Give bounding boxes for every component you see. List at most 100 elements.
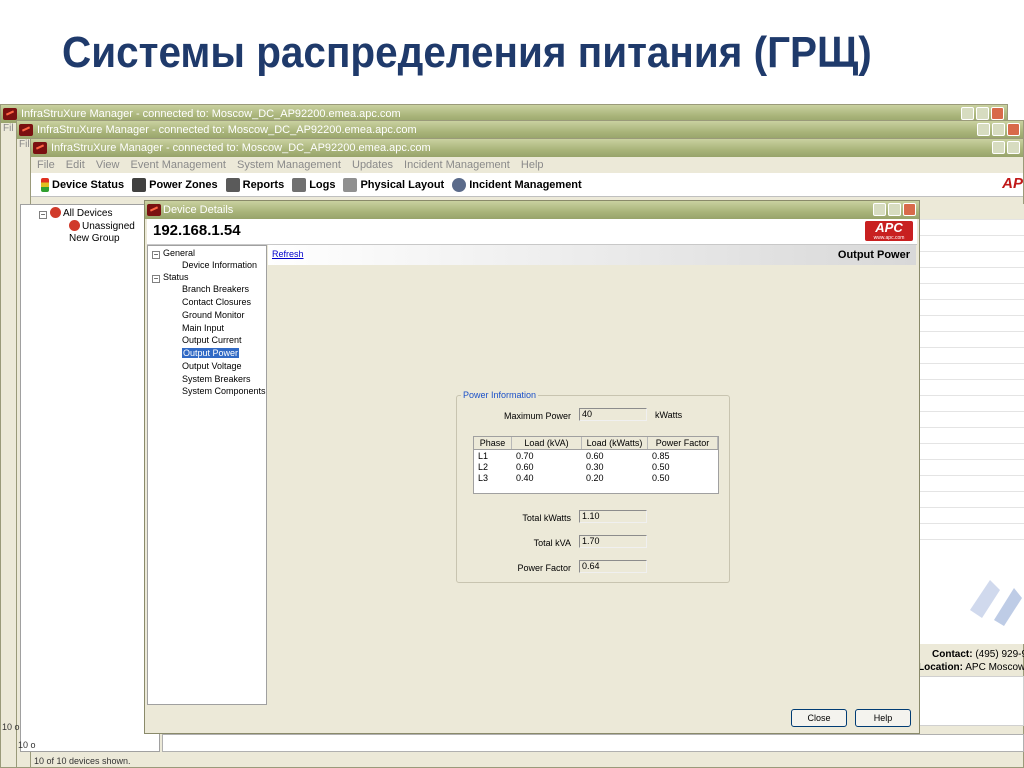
maximize-button[interactable]	[992, 123, 1005, 136]
device-group-tree: − All Devices Unassigned New Group	[20, 204, 160, 752]
tree-node-output-current[interactable]: Output Current	[182, 335, 242, 345]
alarm-icon	[50, 207, 61, 218]
refresh-link[interactable]: Refresh	[272, 249, 304, 259]
menu-incident-management[interactable]: Incident Management	[404, 159, 510, 171]
output-power-panel: Refresh Output Power Power Information M…	[268, 245, 916, 705]
tree-node-device-information[interactable]: Device Information	[182, 260, 257, 270]
all-devices-label: All Devices	[63, 208, 113, 219]
max-power-unit: kWatts	[655, 410, 683, 420]
power-information-group: Power Information Maximum Power 40 kWatt…	[456, 390, 730, 583]
new-group-label: New Group	[69, 233, 120, 244]
table-row[interactable]: L2 0.60 0.30 0.50	[474, 462, 718, 473]
watermark-logo	[970, 580, 1022, 626]
maximize-button[interactable]	[1007, 141, 1020, 154]
tree-node-contact-closures[interactable]: Contact Closures	[182, 297, 251, 307]
menu-event-management[interactable]: Event Management	[131, 159, 226, 171]
menu-system-management[interactable]: System Management	[237, 159, 341, 171]
help-button[interactable]: Help	[855, 709, 911, 727]
content-header: Refresh Output Power	[268, 245, 916, 265]
maximize-button[interactable]	[888, 203, 901, 216]
device-status-button[interactable]: Device Status	[41, 177, 125, 192]
table-row[interactable]: L1 0.70 0.60 0.85	[474, 451, 718, 462]
tree-node-ground-monitor[interactable]: Ground Monitor	[182, 310, 245, 320]
incident-management-button[interactable]: Incident Management	[452, 177, 582, 192]
power-factor-field: 0.64	[579, 560, 647, 573]
window-titlebar[interactable]: InfraStruXure Manager - connected to: Mo…	[31, 139, 1023, 157]
close-button[interactable]: Close	[791, 709, 847, 727]
power-zones-icon	[132, 177, 147, 192]
power-information-legend: Power Information	[461, 390, 539, 400]
max-power-label: Maximum Power	[503, 411, 571, 421]
close-window-button[interactable]	[1007, 123, 1020, 136]
close-dialog-button[interactable]	[903, 203, 916, 216]
minimize-button[interactable]	[977, 123, 990, 136]
cell-phase: L3	[478, 473, 489, 483]
minimize-button[interactable]	[873, 203, 886, 216]
total-kwatts-label: Total kWatts	[522, 513, 571, 523]
collapse-icon[interactable]: −	[152, 275, 160, 283]
cell-load-kva: 0.60	[516, 462, 534, 472]
cell-power-factor: 0.50	[652, 462, 670, 472]
tree-node-all-devices[interactable]: − All Devices	[39, 207, 112, 219]
device-details-tree: − General Device Information − Status Bran…	[147, 245, 267, 705]
cell-phase: L1	[478, 451, 489, 461]
command-field[interactable]	[162, 734, 1024, 752]
cell-load-kva: 0.70	[516, 451, 534, 461]
tree-node-system-breakers[interactable]: System Breakers	[182, 374, 251, 384]
apc-logo: APC www.apc.com	[865, 221, 913, 241]
general-label: General	[163, 248, 196, 258]
menu-updates[interactable]: Updates	[352, 159, 393, 171]
toolbar: Device Status Power Zones Reports Logs P…	[31, 173, 1023, 197]
window-titlebar[interactable]: InfraStruXure Manager - connected to: Mo…	[17, 121, 1023, 139]
minimize-button[interactable]	[992, 141, 1005, 154]
column-header-power-factor[interactable]: Power Factor	[648, 437, 718, 449]
column-header-phase[interactable]: Phase	[474, 437, 512, 449]
tree-node-unassigned[interactable]: Unassigned	[69, 220, 135, 232]
logs-label: Logs	[309, 178, 336, 191]
tree-node-main-input[interactable]: Main Input	[182, 323, 224, 333]
cell-load-kwatts: 0.20	[586, 473, 604, 483]
incident-management-label: Incident Management	[469, 178, 582, 191]
section-title: Output Power	[837, 249, 910, 261]
tree-node-output-power[interactable]: Output Power	[182, 348, 240, 358]
column-header-load-kva[interactable]: Load (kVA)	[512, 437, 582, 449]
app-icon	[3, 108, 17, 120]
contact-info: Contact: (495) 929-90 Location: APC Mosc…	[918, 648, 1024, 674]
column-header-load-kwatts[interactable]: Load (kWatts)	[582, 437, 648, 449]
dialog-titlebar[interactable]: Device Details	[145, 201, 919, 219]
dialog-title: Device Details	[163, 204, 234, 216]
menu-help[interactable]: Help	[521, 159, 544, 171]
minimize-button[interactable]	[961, 107, 974, 120]
maximize-button[interactable]	[976, 107, 989, 120]
cell-load-kwatts: 0.60	[586, 451, 604, 461]
cell-load-kwatts: 0.30	[586, 462, 604, 472]
reports-button[interactable]: Reports	[225, 177, 284, 192]
close-window-button[interactable]	[991, 107, 1004, 120]
tree-node-output-voltage[interactable]: Output Voltage	[182, 361, 242, 371]
collapse-icon[interactable]: −	[39, 211, 47, 219]
menu-fragment[interactable]: Fil	[3, 123, 14, 134]
collapse-icon[interactable]: −	[152, 251, 160, 259]
power-zones-button[interactable]: Power Zones	[132, 177, 218, 192]
logs-button[interactable]: Logs	[292, 177, 336, 192]
alarm-icon	[69, 220, 80, 231]
physical-layout-button[interactable]: Physical Layout	[343, 177, 444, 192]
tree-node-system-components[interactable]: System Components	[182, 386, 266, 396]
apc-logo-text: APC	[875, 220, 903, 235]
max-power-field: 40	[579, 408, 647, 421]
tree-node-new-group[interactable]: New Group	[69, 233, 120, 244]
power-factor-label: Power Factor	[517, 563, 571, 573]
device-status-label: Device Status	[52, 178, 125, 191]
tree-node-status[interactable]: − Status	[152, 272, 189, 283]
app-icon	[19, 124, 33, 136]
phase-load-table: Phase Load (kVA) Load (kWatts) Power Fac…	[473, 436, 719, 494]
menu-file[interactable]: File	[37, 159, 55, 171]
menu-edit[interactable]: Edit	[66, 159, 85, 171]
table-row[interactable]: L3 0.40 0.20 0.50	[474, 473, 718, 484]
tree-node-branch-breakers[interactable]: Branch Breakers	[182, 284, 249, 294]
app-icon	[147, 204, 161, 216]
status-text-middle: 10 o	[18, 740, 36, 750]
tree-node-general[interactable]: − General	[152, 248, 195, 259]
slide-title: Системы распределения питания (ГРЩ)	[62, 28, 872, 77]
menu-view[interactable]: View	[96, 159, 120, 171]
